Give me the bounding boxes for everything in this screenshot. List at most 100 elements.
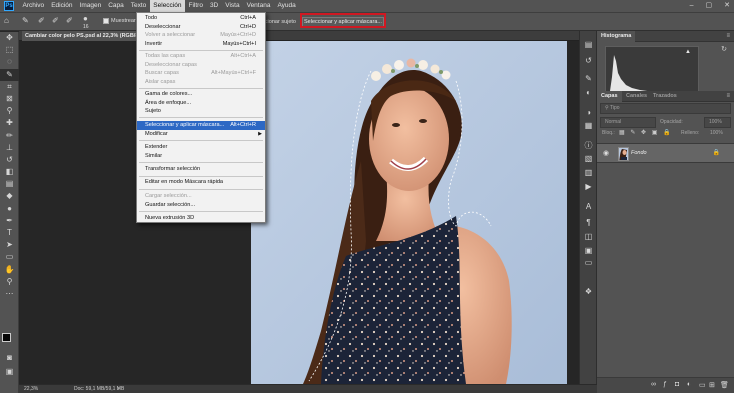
- menu-item-similar[interactable]: Similar: [137, 152, 265, 161]
- paragraph-icon[interactable]: A: [582, 201, 595, 212]
- screen-mode-icon[interactable]: ▣: [0, 366, 19, 378]
- quick-mask-icon[interactable]: ◙: [0, 352, 19, 364]
- home-icon[interactable]: ⌂: [4, 16, 9, 25]
- brush-tool-icon[interactable]: ✏: [0, 130, 19, 142]
- menu-imagen[interactable]: Imagen: [76, 0, 105, 12]
- swatches-icon[interactable]: ▦: [582, 120, 595, 131]
- menu-edicion[interactable]: Edición: [48, 0, 76, 12]
- menu-capa[interactable]: Capa: [105, 0, 128, 12]
- eyedropper-tool-icon[interactable]: ⚲: [0, 105, 19, 117]
- eraser-tool-icon[interactable]: ◧: [0, 166, 19, 178]
- menu-item-guardar-seleccion[interactable]: Guardar selección...: [137, 201, 265, 210]
- menu-item-cargar-seleccion[interactable]: Cargar selección...: [137, 192, 265, 201]
- lock-brush-icon[interactable]: ✎: [630, 130, 637, 136]
- maximize-button[interactable]: ▢: [706, 0, 713, 12]
- lock-artboard-icon[interactable]: ▣: [652, 130, 660, 136]
- more-tools-icon[interactable]: ⋯: [0, 288, 19, 300]
- menu-item-invertir[interactable]: Invertir Mayús+Ctrl+I: [137, 40, 265, 49]
- fill-value[interactable]: 100%: [710, 130, 723, 136]
- actions-icon[interactable]: ▶: [582, 181, 595, 192]
- layer-style-icon[interactable]: ƒ: [663, 381, 667, 388]
- menu-item-deseleccionar-capas[interactable]: Deseleccionar capas: [137, 61, 265, 70]
- zoom-tool-icon[interactable]: ⚲: [0, 276, 19, 288]
- tab-capas[interactable]: Capas: [597, 91, 622, 102]
- marquee-tool-icon[interactable]: ⬚: [0, 44, 19, 56]
- menu-item-todas-las-capas[interactable]: Todas las capas Alt+Ctrl+A: [137, 52, 265, 61]
- shape-tool-icon[interactable]: ▭: [0, 251, 19, 263]
- lock-transparent-icon[interactable]: ▦: [619, 130, 627, 136]
- 3d-panel-icon[interactable]: ❖: [582, 286, 595, 297]
- histogram-warning-icon[interactable]: ▲: [685, 49, 691, 55]
- adjustments-icon[interactable]: ◑: [582, 107, 595, 118]
- adjustment-layer-icon[interactable]: ◐: [687, 381, 691, 388]
- new-selection-icon[interactable]: ✐: [38, 16, 45, 25]
- layer-name[interactable]: Fondo: [631, 150, 647, 156]
- libraries-icon[interactable]: ▥: [582, 167, 595, 178]
- quick-selection-tool-icon[interactable]: ✎: [22, 16, 29, 25]
- lock-all-icon[interactable]: 🔒: [663, 130, 672, 136]
- visibility-eye-icon[interactable]: ◉: [603, 149, 609, 157]
- menu-item-transformar-seleccion[interactable]: Transformar selección: [137, 165, 265, 174]
- tab-trazados[interactable]: Trazados: [649, 91, 681, 102]
- menu-item-editar-mascara-rapida[interactable]: Editar en modo Máscara rápida: [137, 178, 265, 187]
- menu-item-area-de-enfoque[interactable]: Área de enfoque...: [137, 99, 265, 108]
- tab-histograma[interactable]: Histograma: [597, 31, 636, 42]
- menu-item-buscar-capas[interactable]: Buscar capas Alt+Mayús+Ctrl+F: [137, 69, 265, 78]
- path-selection-icon[interactable]: ➤: [0, 239, 19, 251]
- blur-tool-icon[interactable]: ◆: [0, 190, 19, 202]
- character-icon[interactable]: ¶: [582, 217, 595, 228]
- select-subject-button[interactable]: Seleccionar sujeto: [262, 17, 296, 27]
- menu-item-extender[interactable]: Extender: [137, 143, 265, 152]
- menu-seleccion[interactable]: Selección: [149, 0, 185, 12]
- new-layer-icon[interactable]: ⊞: [709, 381, 715, 389]
- dodge-tool-icon[interactable]: ●: [0, 203, 19, 215]
- type-tool-icon[interactable]: T: [0, 227, 19, 239]
- minimize-button[interactable]: –: [690, 0, 694, 12]
- brush-settings-icon[interactable]: ✎: [582, 73, 595, 84]
- canvas-photo[interactable]: [251, 41, 567, 384]
- pen-tool-icon[interactable]: ✒: [0, 215, 19, 227]
- layer-row-fondo[interactable]: ◉ Fondo 🔒: [597, 143, 734, 163]
- panel-menu-icon[interactable]: ≡: [726, 31, 730, 42]
- brush-preset-icon[interactable]: ●: [83, 14, 88, 23]
- menu-vista[interactable]: Vista: [222, 0, 243, 12]
- add-to-selection-icon[interactable]: ✐: [52, 16, 59, 25]
- menu-item-modificar[interactable]: Modificar ▶: [137, 130, 265, 139]
- menu-item-seleccionar-y-aplicar-mascara[interactable]: Seleccionar y aplicar máscara... Alt+Ctrl…: [137, 121, 265, 130]
- checkbox-box[interactable]: [103, 18, 109, 24]
- menu-item-sujeto[interactable]: Sujeto: [137, 107, 265, 116]
- timeline-icon[interactable]: ▭: [582, 257, 595, 268]
- color-panel-icon[interactable]: ◐: [582, 87, 595, 98]
- menu-item-nueva-extrusion-3d[interactable]: Nueva extrusión 3D: [137, 214, 265, 223]
- glyphs-icon[interactable]: ◫: [582, 231, 595, 242]
- hand-tool-icon[interactable]: ✋: [0, 264, 19, 276]
- clone-stamp-icon[interactable]: ⊥: [0, 142, 19, 154]
- status-menu-arrow[interactable]: >: [117, 385, 120, 393]
- add-mask-icon[interactable]: ◘: [675, 381, 679, 388]
- lock-move-icon[interactable]: ✥: [641, 130, 648, 136]
- refresh-icon[interactable]: ↻: [718, 45, 730, 54]
- link-layers-icon[interactable]: ∞: [651, 381, 656, 388]
- foreground-color-swatch[interactable]: [2, 333, 11, 342]
- blend-mode-select[interactable]: Normal: [600, 117, 656, 128]
- menu-ventana[interactable]: Ventana: [243, 0, 274, 12]
- menu-archivo[interactable]: Archivo: [19, 0, 48, 12]
- move-tool-icon[interactable]: ✥: [0, 32, 19, 44]
- menu-item-gama-de-colores[interactable]: Gama de colores...: [137, 90, 265, 99]
- menu-item-todo[interactable]: Todo Ctrl+A: [137, 14, 265, 23]
- menu-item-deseleccionar[interactable]: Deseleccionar Ctrl+D: [137, 23, 265, 32]
- frame-tool-icon[interactable]: ⊠: [0, 93, 19, 105]
- layer-lock-icon[interactable]: 🔒: [713, 149, 720, 156]
- brush-size-value[interactable]: 16: [83, 24, 89, 30]
- delete-layer-icon[interactable]: 🗑: [720, 381, 729, 389]
- info-panel-icon[interactable]: ⓘ: [582, 140, 595, 151]
- history-brush-icon[interactable]: ↺: [0, 154, 19, 166]
- menu-3d[interactable]: 3D: [206, 0, 221, 12]
- gradient-tool-icon[interactable]: ▤: [0, 178, 19, 190]
- properties-icon[interactable]: ▧: [582, 153, 595, 164]
- paths-icon[interactable]: ▣: [582, 245, 595, 256]
- menu-ayuda[interactable]: Ayuda: [274, 0, 299, 12]
- tab-canales[interactable]: Canales: [622, 91, 651, 102]
- crop-tool-icon[interactable]: ⌗: [0, 81, 19, 93]
- menu-filtro[interactable]: Filtro: [185, 0, 206, 12]
